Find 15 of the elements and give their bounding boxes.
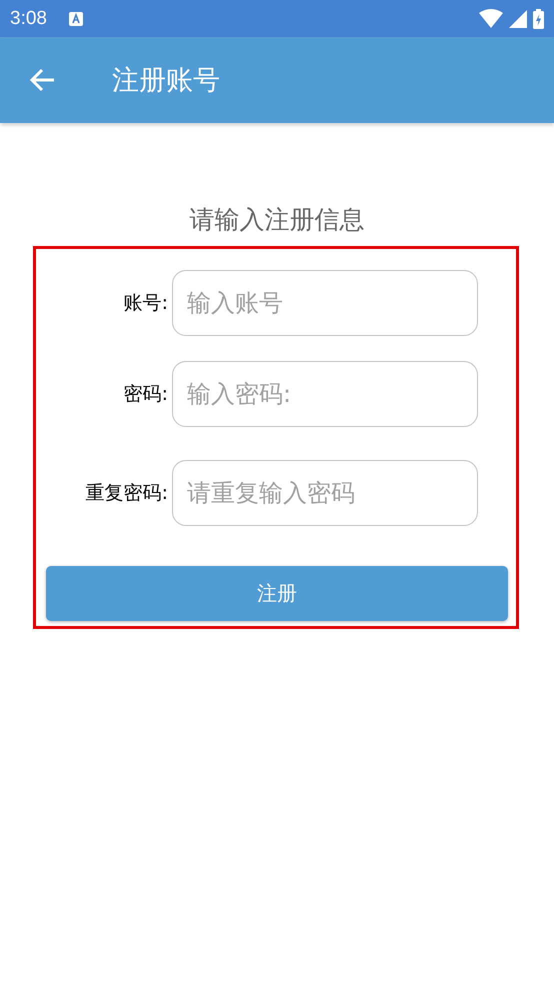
notification-icon <box>68 12 83 26</box>
field-label: 密码: <box>122 382 169 407</box>
input-field[interactable]: 输入密码: <box>172 361 478 427</box>
field-label: 账号: <box>122 291 169 316</box>
field-label: 重复密码: <box>84 481 169 506</box>
signal-icon <box>509 10 527 28</box>
input-field[interactable]: 输入账号 <box>172 270 478 336</box>
back-arrow-icon[interactable] <box>30 67 56 93</box>
register-button[interactable]: 注册 <box>46 566 508 621</box>
wifi-icon <box>479 9 503 28</box>
form-heading: 请输入注册信息 <box>188 204 366 236</box>
battery-icon <box>533 8 544 28</box>
page-title: 注册账号 <box>112 64 220 98</box>
status-time: 3:08 <box>10 8 47 30</box>
input-field[interactable]: 请重复输入密码 <box>172 460 478 526</box>
